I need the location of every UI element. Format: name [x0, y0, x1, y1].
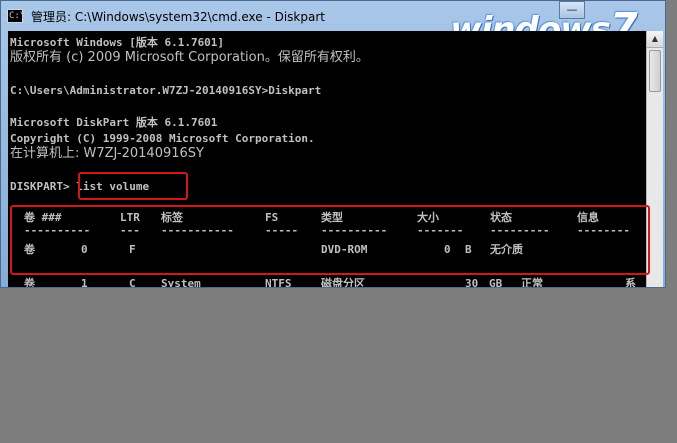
console-line: 版权所有 (c) 2009 Microsoft Corporation。保留所有… — [10, 50, 369, 65]
console-line: C:\Users\Administrator.W7ZJ-20140916SY>D… — [10, 84, 322, 97]
console-line: Microsoft Windows [版本 6.1.7601] — [10, 36, 225, 49]
table-highlight-box — [10, 205, 650, 275]
minimize-button[interactable]: — — [559, 1, 585, 19]
scroll-up-arrow-icon[interactable]: ▲ — [647, 31, 663, 48]
window-title: 管理员: C:\Windows\system32\cmd.exe - Diskp… — [31, 10, 325, 24]
title-bar[interactable]: C:\ 管理员: C:\Windows\system32\cmd.exe - D… — [1, 1, 665, 51]
cmd-icon: C:\ — [7, 9, 26, 23]
console-line: 在计算机上: W7ZJ-20140916SY — [10, 146, 204, 161]
scrollbar-thumb[interactable] — [649, 50, 661, 92]
console-line: Microsoft DiskPart 版本 6.1.7601 — [10, 116, 218, 129]
console-line: Copyright (C) 1999-2008 Microsoft Corpor… — [10, 132, 315, 145]
command-highlight-box — [78, 172, 188, 200]
